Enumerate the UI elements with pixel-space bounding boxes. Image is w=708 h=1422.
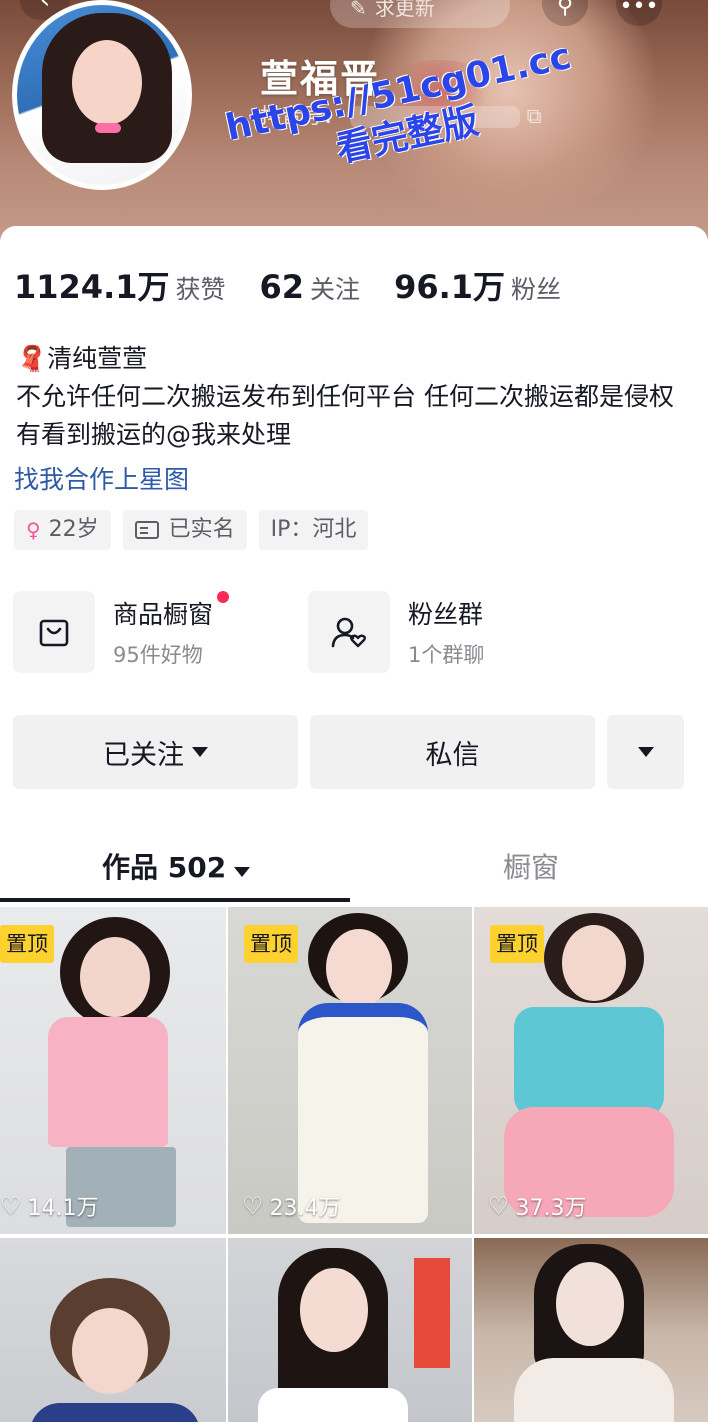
heart-icon: ♡ [488,1192,510,1220]
tab-shop-window[interactable]: 橱窗 [503,846,559,886]
shop-window-count: 95件好物 [113,643,203,667]
heart-icon: ♡ [242,1192,264,1220]
ip-text: IP：河北 [270,517,357,542]
bio: 🧣清纯萱萱 不允许任何二次搬运发布到任何平台 任何二次搬运都是侵权 有看到搬运的… [16,340,696,454]
more-icon: ••• [619,0,659,19]
followers-label[interactable]: 粉丝 [511,270,561,306]
star-map-link[interactable]: 找我合作上星图 [14,460,189,496]
like-count-value: 37.3万 [515,1196,587,1221]
ip-tag: IP：河北 [258,510,369,550]
message-button-label: 私信 [425,739,480,771]
video-thumbnail[interactable] [228,1238,472,1422]
likes-count[interactable]: 1124.1万 [14,262,170,308]
bio-line-1: 清纯萱萱 [47,344,148,373]
shop-window-entry[interactable]: 商品橱窗 95件好物 [13,590,230,674]
video-thumbnail[interactable] [0,1238,226,1422]
avatar-face [72,40,142,125]
heart-icon: ♡ [0,1192,22,1220]
thumbnail-figure [326,929,392,1007]
fan-group-entry[interactable]: 粉丝群 1个群聊 [308,590,484,674]
chevron-left-icon: ‹ [39,0,51,15]
female-icon: ♀ [26,518,41,542]
following-button-label: 已关注 [103,739,184,771]
video-grid: 置顶 ♡ 14.1万 置顶 ♡ 23.4万 置顶 ♡ 37.3万 [0,907,708,1422]
age-tag: ♀ 22岁 [14,510,111,550]
like-count-value: 23.4万 [269,1196,341,1221]
caret-down-icon [234,867,251,877]
thumbnail-figure [72,1308,148,1394]
thumbnail-figure [562,925,626,1001]
more-button[interactable]: ••• [616,0,662,26]
search-placeholder: 求更新 [374,0,435,20]
thumbnail-figure [514,1358,674,1422]
pen-icon: ✎ [350,0,367,20]
likes-label[interactable]: 获赞 [176,270,226,306]
stats-row: 1124.1万 获赞 62 关注 96.1万 粉丝 [14,262,595,306]
caret-down-icon [192,747,208,757]
caret-down-icon [637,747,654,757]
video-thumbnail[interactable]: 置顶 ♡ 23.4万 [228,907,472,1234]
avatar[interactable] [12,0,192,190]
thumbnail-figure [48,1017,168,1147]
action-buttons: 已关注 私信 [13,715,684,789]
tab-works[interactable]: 作品 502 [102,846,251,886]
fan-group-count: 1个群聊 [408,643,485,667]
profile-card: 1124.1万 获赞 62 关注 96.1万 粉丝 🧣清纯萱萱 不允许任何二次搬… [0,226,708,1422]
pinned-badge: 置顶 [490,925,544,963]
more-actions-button[interactable] [607,715,684,789]
profile-tags: ♀ 22岁 已实名 IP：河北 [14,510,369,550]
verified-tag: 已实名 [122,510,247,550]
thumbnail-figure [514,1007,664,1117]
id-card-icon [134,521,159,539]
thumbnail-figure [414,1258,450,1368]
message-button[interactable]: 私信 [310,715,595,789]
like-count: ♡ 14.1万 [0,1190,99,1222]
pinned-badge: 置顶 [0,925,54,963]
following-button[interactable]: 已关注 [13,715,298,789]
search-icon: ⚲ [556,0,574,19]
pinned-badge: 置顶 [244,925,298,963]
video-thumbnail[interactable] [474,1238,708,1422]
video-thumbnail[interactable]: 置顶 ♡ 14.1万 [0,907,226,1234]
following-count[interactable]: 62 [260,268,305,306]
followers-count[interactable]: 96.1万 [394,262,505,308]
following-label[interactable]: 关注 [310,270,360,306]
like-count-value: 14.1万 [27,1196,99,1221]
shop-window-title: 商品橱窗 [113,600,214,629]
thumbnail-figure [556,1262,624,1346]
bio-line-2: 不允许任何二次搬运发布到任何平台 任何二次搬运都是侵权 有看到搬运的@我来处理 [16,382,674,449]
fan-group-icon [308,591,390,673]
content-tabs: 作品 502 橱窗 [0,826,708,904]
search-pill[interactable]: ✎ 求更新 [330,0,510,28]
scarf-icon: 🧣 [16,344,48,373]
verified-text: 已实名 [168,517,235,542]
search-button[interactable]: ⚲ [542,0,588,26]
video-thumbnail[interactable]: 置顶 ♡ 37.3万 [474,907,708,1234]
thumbnail-figure [258,1388,408,1422]
like-count: ♡ 37.3万 [488,1190,587,1222]
age-text: 22岁 [48,517,99,542]
thumbnail-figure [80,937,150,1017]
tab-works-label: 作品 502 [102,851,227,884]
thumbnail-figure [30,1403,200,1422]
shopping-bag-icon [13,591,95,673]
active-tab-indicator [0,898,350,902]
like-count: ♡ 23.4万 [242,1190,341,1222]
thumbnail-figure [300,1268,368,1352]
fan-group-title: 粉丝群 [408,600,484,629]
notification-dot [217,591,230,603]
avatar-collar [95,123,121,133]
